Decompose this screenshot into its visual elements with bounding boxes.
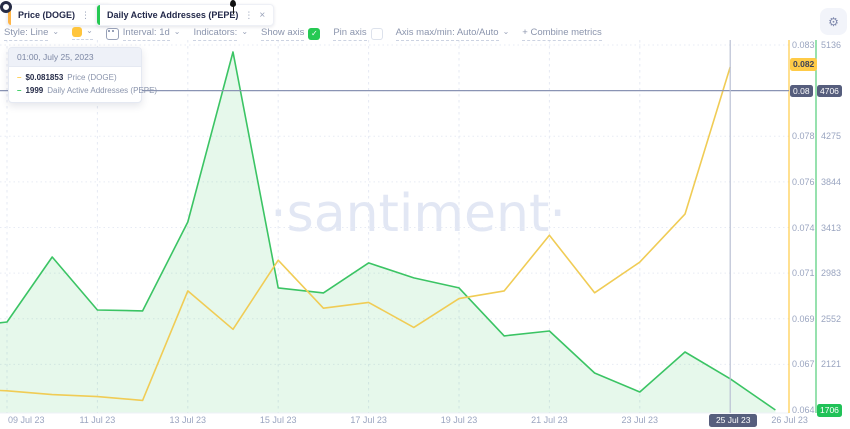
- interval-dropdown[interactable]: Interval: 1d ⌄: [105, 27, 181, 41]
- date-axis-tick: 17 Jul 23: [350, 415, 387, 425]
- series-color-dash: –: [17, 86, 22, 95]
- price-axis-tick: 0.071: [792, 268, 815, 279]
- date-crosshair-badge: 25 Jul 23: [709, 414, 758, 427]
- gear-icon: ⚙: [828, 14, 839, 29]
- addresses-last-value-badge: 1706: [817, 404, 842, 417]
- show-axis-checkbox[interactable]: ✓: [308, 27, 321, 40]
- date-axis-tick: 09 Jul 23: [8, 415, 45, 425]
- show-axis-toggle[interactable]: Show axis ✓: [261, 27, 321, 41]
- pin-axis-toggle[interactable]: Pin axis: [333, 27, 383, 41]
- kebab-menu-icon[interactable]: ⋮: [81, 10, 90, 21]
- price-axis-tick: 0.076: [792, 176, 815, 187]
- date-axis-tick: 21 Jul 23: [531, 415, 568, 425]
- price-axis-tick: 0.083: [792, 40, 815, 50]
- date-axis-tick: 19 Jul 23: [440, 415, 478, 425]
- color-swatch-dropdown[interactable]: ⌄: [72, 25, 93, 40]
- pin-axis-checkbox[interactable]: [370, 27, 383, 40]
- addresses-axis-tick: 2552: [821, 313, 842, 324]
- addresses-axis-tick: 3413: [821, 222, 842, 233]
- chevron-down-icon: ⌄: [52, 27, 60, 36]
- addresses-axis-tick: 2121: [821, 359, 842, 370]
- close-icon[interactable]: ×: [259, 10, 265, 21]
- date-axis-tick: 26 Jul 23: [771, 415, 808, 425]
- addresses-crosshair-badge: 4706: [817, 84, 842, 98]
- price-axis-tick: 0.067: [792, 359, 815, 370]
- addresses-area-fill: [0, 52, 776, 413]
- chevron-down-icon: ⌄: [86, 25, 93, 35]
- cursor-ring-marker: [0, 1, 12, 13]
- date-axis-tick: 13 Jul 23: [169, 415, 207, 425]
- kebab-menu-icon[interactable]: ⋮: [244, 10, 253, 21]
- mouse-cursor-pin: [229, 0, 237, 15]
- tab-label: Price (DOGE): [18, 10, 76, 20]
- tooltip-row-price: – $0.081853 Price (DOGE): [17, 73, 117, 82]
- santiment-chart-app: Price (DOGE) ⋮ × Daily Active Addresses …: [0, 0, 850, 429]
- chevron-down-icon: ⌄: [173, 27, 181, 36]
- date-axis-tick: 23 Jul 23: [621, 415, 659, 425]
- addresses-axis-tick: 5136: [821, 40, 842, 50]
- style-dropdown[interactable]: Style: Line ⌄: [4, 27, 59, 41]
- tooltip-timestamp: 01:00, July 25, 2023: [9, 48, 141, 67]
- chevron-down-icon: ⌄: [241, 27, 249, 36]
- addresses-axis-tick: 3844: [821, 176, 842, 187]
- price-axis-tick: 0.064: [792, 405, 815, 415]
- tab-label: Daily Active Addresses (PEPE): [107, 10, 239, 20]
- addresses-axis-tick: 2983: [821, 268, 842, 279]
- date-axis-tick: 15 Jul 23: [259, 415, 297, 425]
- date-axis-tick: 11 Jul 23: [79, 415, 116, 425]
- price-last-value-badge: 0.082: [790, 58, 818, 71]
- color-swatch: [72, 27, 83, 37]
- chevron-down-icon: ⌄: [502, 27, 510, 36]
- series-color-dash: –: [17, 73, 22, 82]
- addresses-axis-tick: 4275: [821, 131, 842, 142]
- combine-metrics-button[interactable]: + Combine metrics: [522, 27, 602, 41]
- axis-maxmin-dropdown[interactable]: Axis max/min: Auto/Auto ⌄: [395, 27, 510, 41]
- indicators-dropdown[interactable]: Indicators: ⌄: [193, 27, 248, 41]
- tab-accent-bar: [97, 5, 100, 25]
- price-axis-tick: 0.069: [792, 313, 815, 324]
- hover-tooltip: 01:00, July 25, 2023 – $0.081853 Price (…: [8, 47, 158, 103]
- tooltip-row-addresses: – 1999 Daily Active Addresses (PEPE): [17, 86, 158, 95]
- price-crosshair-badge: 0.08: [790, 84, 813, 98]
- price-axis-tick: 0.074: [792, 222, 815, 233]
- tab-daily-active-addresses-pepe[interactable]: Daily Active Addresses (PEPE) ⋮ ×: [96, 4, 275, 26]
- calendar-icon: [105, 27, 119, 40]
- settings-button[interactable]: ⚙: [820, 8, 847, 35]
- chart-toolbar: Style: Line ⌄ ⌄ Interval: 1d ⌄ Indicator…: [4, 25, 602, 42]
- price-axis-tick: 0.078: [792, 131, 815, 142]
